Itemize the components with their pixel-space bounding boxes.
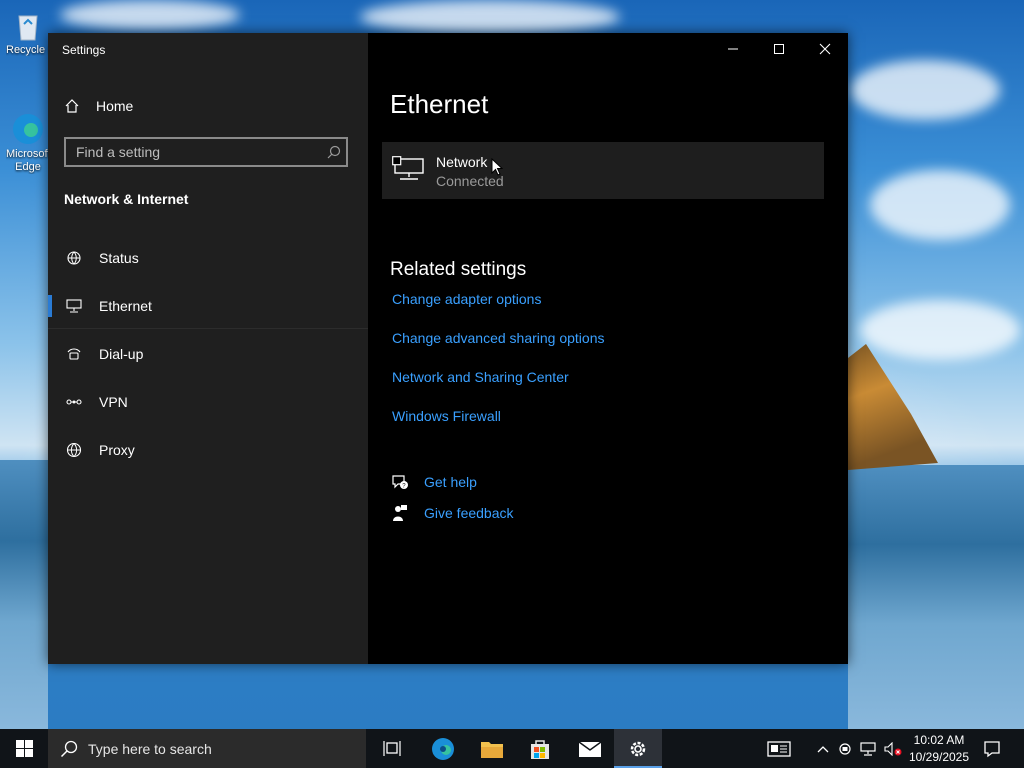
mail-icon — [578, 740, 602, 757]
sidebar-home[interactable]: Home — [48, 91, 368, 121]
dial-up-icon — [64, 346, 84, 362]
sidebar-item-label: Status — [99, 250, 139, 266]
sidebar-home-label: Home — [96, 98, 134, 114]
desktop-icon-label: Microsoft Edge — [6, 148, 50, 173]
notification-icon — [984, 740, 1000, 757]
mouse-cursor-icon — [491, 157, 504, 181]
network-sharing-center-link[interactable]: Network and Sharing Center — [392, 369, 569, 385]
vpn-icon — [64, 396, 84, 408]
help-chat-icon: ? — [390, 472, 410, 492]
chevron-up-icon — [817, 745, 829, 752]
settings-window: Settings Home Network & Internet Status — [48, 33, 848, 664]
sidebar-item-proxy[interactable]: Proxy — [48, 428, 368, 472]
home-icon — [64, 98, 84, 114]
sidebar-item-dial-up[interactable]: Dial-up — [48, 332, 368, 376]
clock-time: 10:02 AM — [913, 733, 965, 747]
sidebar: Settings Home Network & Internet Status — [48, 33, 368, 664]
tray-network-button[interactable] — [858, 729, 880, 768]
tray-meet-button[interactable] — [836, 729, 856, 768]
start-button[interactable] — [0, 729, 48, 768]
sidebar-item-label: Proxy — [99, 442, 135, 458]
windows-logo-icon — [15, 740, 33, 757]
desktop-icon-edge[interactable]: Microsoft Edge — [6, 112, 50, 174]
taskbar-settings[interactable] — [614, 729, 662, 768]
change-adapter-options-link[interactable]: Change adapter options — [392, 291, 541, 307]
sidebar-item-vpn[interactable]: VPN — [48, 380, 368, 424]
ethernet-network-icon — [392, 156, 426, 187]
sidebar-item-status[interactable]: Status — [48, 236, 368, 280]
taskbar: Type here to search 10:02 AM 10/29/2025 — [0, 729, 1024, 768]
sidebar-item-label: VPN — [99, 394, 128, 410]
camera-icon — [839, 742, 851, 755]
taskbar-clock[interactable]: 10:02 AM 10/29/2025 — [900, 732, 978, 766]
desktop-icon-recycle-bin[interactable]: Recycle Bin — [6, 8, 50, 56]
search-icon — [60, 740, 78, 758]
sidebar-item-label: Ethernet — [99, 298, 152, 314]
find-setting-search — [64, 137, 348, 167]
task-view-icon — [383, 740, 401, 756]
network-card[interactable]: Network Connected — [382, 142, 824, 199]
sea-left — [0, 460, 48, 730]
sidebar-item-label: Dial-up — [99, 346, 144, 362]
desktop-icon-label: Recycle Bin — [6, 44, 50, 56]
action-center-button[interactable] — [978, 729, 1006, 768]
give-feedback-row[interactable]: Give feedback — [390, 503, 514, 523]
network-icon — [860, 741, 876, 756]
globe-status-icon — [64, 250, 84, 266]
ethernet-icon — [64, 299, 84, 313]
main-content: Ethernet Network Connected Related setti… — [368, 33, 848, 664]
get-help-row[interactable]: ? Get help — [390, 472, 477, 492]
folder-icon — [481, 741, 503, 758]
recycle-bin-icon — [11, 8, 45, 42]
taskbar-file-explorer[interactable] — [468, 729, 516, 768]
news-icon — [767, 740, 791, 757]
gear-icon — [630, 741, 646, 756]
clock-date: 10/29/2025 — [908, 750, 970, 764]
search-icon[interactable] — [322, 145, 346, 159]
globe-icon — [64, 442, 84, 458]
windows-firewall-link[interactable]: Windows Firewall — [392, 408, 501, 424]
show-hidden-icons-button[interactable] — [812, 729, 834, 768]
related-settings-heading: Related settings — [390, 259, 527, 280]
taskbar-mail[interactable] — [566, 729, 614, 768]
sea — [848, 465, 1024, 730]
sidebar-item-ethernet[interactable]: Ethernet — [48, 284, 368, 329]
change-advanced-sharing-link[interactable]: Change advanced sharing options — [392, 330, 605, 346]
page-title: Ethernet — [390, 89, 489, 119]
store-bag-icon — [531, 739, 549, 759]
network-name: Network — [436, 154, 488, 170]
taskbar-search-placeholder: Type here to search — [88, 740, 212, 757]
task-view-button[interactable] — [368, 729, 416, 768]
feedback-icon — [390, 503, 410, 523]
get-help-link[interactable]: Get help — [424, 474, 477, 490]
edge-browser-icon — [432, 737, 454, 760]
section-title: Network & Internet — [64, 191, 189, 207]
taskbar-search-box[interactable]: Type here to search — [48, 729, 366, 768]
give-feedback-link[interactable]: Give feedback — [424, 505, 514, 521]
find-setting-input[interactable] — [66, 143, 322, 161]
edge-browser-icon — [11, 112, 45, 146]
taskbar-store[interactable] — [516, 729, 564, 768]
window-title: Settings — [62, 43, 106, 57]
taskbar-edge[interactable] — [419, 729, 467, 768]
news-widget-button[interactable] — [764, 729, 794, 768]
